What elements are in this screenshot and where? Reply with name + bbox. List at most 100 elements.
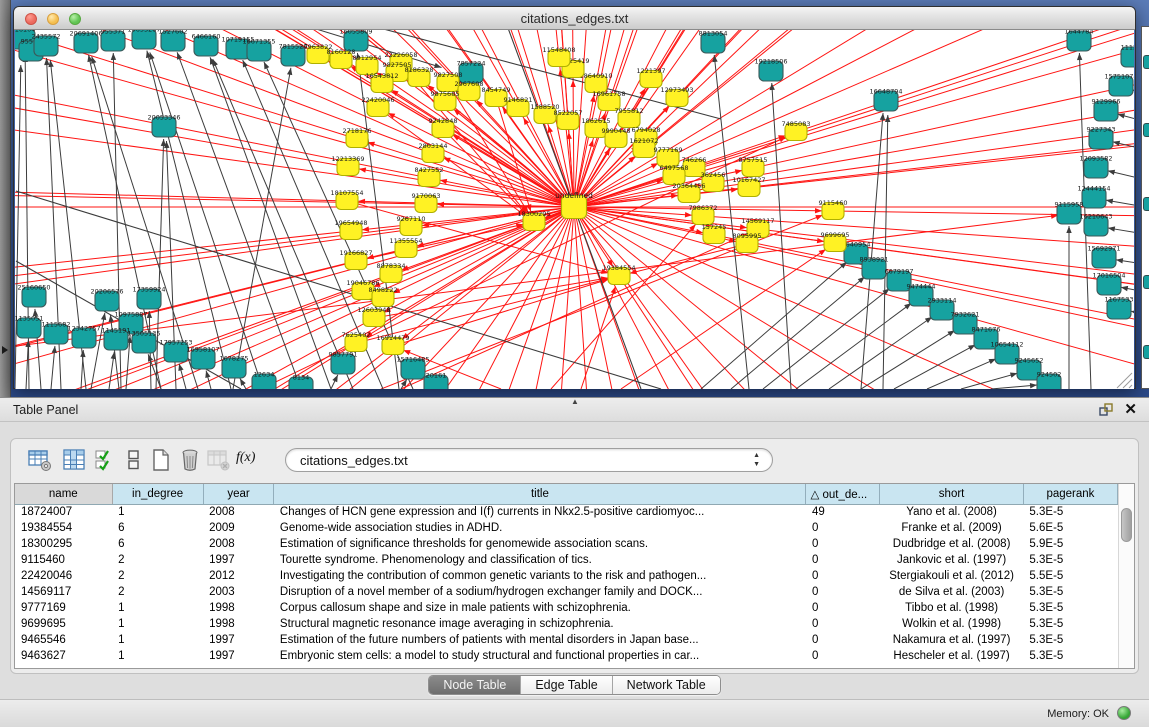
cell-in_degree[interactable]: 2 (112, 552, 203, 568)
cell-out_de[interactable]: 0 (806, 616, 880, 632)
cell-title[interactable]: Estimation of significance thresholds fo… (274, 536, 806, 552)
split-panel-icon[interactable] (121, 447, 147, 473)
create-column-icon[interactable] (148, 447, 174, 473)
show-columns-icon[interactable] (61, 447, 87, 473)
cell-year[interactable]: 2003 (203, 584, 274, 600)
cell-short[interactable]: Hescheler et al. (1997) (880, 648, 1024, 664)
cell-pagerank[interactable]: 5.3E-5 (1023, 648, 1117, 664)
table-row[interactable]: 969969511998Structural magnetic resonanc… (15, 616, 1118, 632)
cell-short[interactable]: Nakamura et al. (1997) (880, 632, 1024, 648)
cell-title[interactable]: Embryonic stem cells: a model to study s… (274, 648, 806, 664)
delete-table-icon[interactable] (206, 447, 232, 473)
cell-pagerank[interactable]: 5.9E-5 (1023, 536, 1117, 552)
cell-in_degree[interactable]: 1 (112, 632, 203, 648)
column-header-pagerank[interactable]: pagerank (1023, 484, 1117, 504)
cell-in_degree[interactable]: 6 (112, 520, 203, 536)
cell-pagerank[interactable]: 5.3E-5 (1023, 504, 1117, 520)
cell-out_de[interactable]: 0 (806, 552, 880, 568)
cell-name[interactable]: 9463627 (15, 648, 112, 664)
table-row[interactable]: 911546021997Tourette syndrome. Phenomeno… (15, 552, 1118, 568)
cell-out_de[interactable]: 0 (806, 520, 880, 536)
table-row[interactable]: 977716911998Corpus callosum shape and si… (15, 600, 1118, 616)
table-scrollbar[interactable] (1118, 484, 1134, 668)
network-canvas[interactable]: 1161049553724355722069140695537110653287… (15, 30, 1134, 389)
cell-year[interactable]: 1998 (203, 616, 274, 632)
window-titlebar[interactable]: citations_edges.txt (14, 7, 1135, 30)
cell-name[interactable]: 9777169 (15, 600, 112, 616)
cell-year[interactable]: 2008 (203, 536, 274, 552)
cell-short[interactable]: Dudbridge et al. (2008) (880, 536, 1024, 552)
cell-short[interactable]: Jankovic et al. (1997) (880, 552, 1024, 568)
cell-name[interactable]: 9115460 (15, 552, 112, 568)
cell-year[interactable]: 2009 (203, 520, 274, 536)
cell-in_degree[interactable]: 6 (112, 536, 203, 552)
column-header-year[interactable]: year (203, 484, 274, 504)
panel-collapse-arrow-icon[interactable] (2, 346, 8, 354)
cell-out_de[interactable]: 49 (806, 504, 880, 520)
cell-year[interactable]: 1997 (203, 648, 274, 664)
table-row[interactable]: 2242004622012Investigating the contribut… (15, 568, 1118, 584)
table-scrollbar-thumb[interactable] (1121, 508, 1132, 542)
cell-title[interactable]: Tourette syndrome. Phenomenology and cla… (274, 552, 806, 568)
cell-name[interactable]: 19384554 (15, 520, 112, 536)
cell-year[interactable]: 2012 (203, 568, 274, 584)
citation-graph[interactable]: 1161049553724355722069140695537110653287… (15, 30, 1134, 389)
cell-name[interactable]: 14569117 (15, 584, 112, 600)
cell-out_de[interactable]: 0 (806, 568, 880, 584)
cell-short[interactable]: Stergiakouli et al. (2012) (880, 568, 1024, 584)
column-header-out_de[interactable]: △ out_de... (806, 484, 880, 504)
cell-in_degree[interactable]: 2 (112, 568, 203, 584)
cell-title[interactable]: Disruption of a novel member of a sodium… (274, 584, 806, 600)
table-row[interactable]: 1938455462009Genome-wide association stu… (15, 520, 1118, 536)
cell-title[interactable]: Structural magnetic resonance image aver… (274, 616, 806, 632)
splitter-caret-icon[interactable]: ▲ (571, 397, 579, 406)
table-row[interactable]: 1830029562008Estimation of significance … (15, 536, 1118, 552)
table-row[interactable]: 1456911722003Disruption of a novel membe… (15, 584, 1118, 600)
table-row[interactable]: 946554611997Estimation of the future num… (15, 632, 1118, 648)
cell-out_de[interactable]: 0 (806, 632, 880, 648)
cell-out_de[interactable]: 0 (806, 648, 880, 664)
cell-year[interactable]: 1998 (203, 600, 274, 616)
tab-edge-table[interactable]: Edge Table (520, 676, 611, 694)
cell-title[interactable]: Genome-wide association studies in ADHD. (274, 520, 806, 536)
table-row[interactable]: 1872400712008Changes of HCN gene express… (15, 504, 1118, 520)
column-header-name[interactable]: name (15, 484, 112, 504)
cell-title[interactable]: Estimation of the future numbers of pati… (274, 632, 806, 648)
cell-in_degree[interactable]: 1 (112, 648, 203, 664)
cell-out_de[interactable]: 0 (806, 536, 880, 552)
cell-name[interactable]: 9465546 (15, 632, 112, 648)
column-header-short[interactable]: short (880, 484, 1024, 504)
cell-year[interactable]: 2008 (203, 504, 274, 520)
float-panel-icon[interactable] (1099, 403, 1113, 417)
cell-name[interactable]: 18300295 (15, 536, 112, 552)
close-panel-icon[interactable]: ✕ (1124, 400, 1137, 418)
cell-pagerank[interactable]: 5.3E-5 (1023, 584, 1117, 600)
cell-short[interactable]: Tibbo et al. (1998) (880, 600, 1024, 616)
cell-name[interactable]: 22420046 (15, 568, 112, 584)
cell-short[interactable]: Franke et al. (2009) (880, 520, 1024, 536)
tab-node-table[interactable]: Node Table (429, 676, 520, 694)
cell-title[interactable]: Investigating the contribution of common… (274, 568, 806, 584)
cell-title[interactable]: Corpus callosum shape and size in male p… (274, 600, 806, 616)
cell-pagerank[interactable]: 5.3E-5 (1023, 600, 1117, 616)
cell-pagerank[interactable]: 5.3E-5 (1023, 632, 1117, 648)
memory-status-icon[interactable] (1117, 706, 1131, 720)
cell-out_de[interactable]: 0 (806, 600, 880, 616)
cell-pagerank[interactable]: 5.6E-5 (1023, 520, 1117, 536)
column-header-title[interactable]: title (274, 484, 806, 504)
cell-short[interactable]: Yano et al. (2008) (880, 504, 1024, 520)
cell-pagerank[interactable]: 5.3E-5 (1023, 616, 1117, 632)
cell-in_degree[interactable]: 1 (112, 600, 203, 616)
cell-name[interactable]: 9699695 (15, 616, 112, 632)
table-selector-dropdown[interactable]: citations_edges.txt ▲▼ (285, 448, 773, 472)
column-header-in_degree[interactable]: in_degree (112, 484, 203, 504)
cell-out_de[interactable]: 0 (806, 584, 880, 600)
cell-short[interactable]: Wolkin et al. (1998) (880, 616, 1024, 632)
cell-year[interactable]: 1997 (203, 552, 274, 568)
tab-network-table[interactable]: Network Table (612, 676, 720, 694)
cell-year[interactable]: 1997 (203, 632, 274, 648)
cell-in_degree[interactable]: 2 (112, 584, 203, 600)
cell-name[interactable]: 18724007 (15, 504, 112, 520)
cell-in_degree[interactable]: 1 (112, 504, 203, 520)
cell-in_degree[interactable]: 1 (112, 616, 203, 632)
